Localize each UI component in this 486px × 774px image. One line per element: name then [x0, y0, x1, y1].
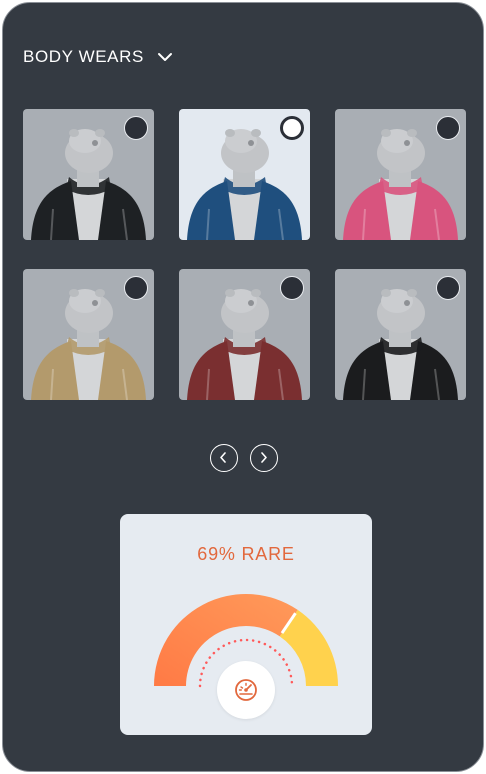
chevron-down-icon [157, 53, 172, 61]
item-select-radio[interactable] [124, 116, 148, 140]
item-select-radio[interactable] [436, 116, 460, 140]
item-card[interactable] [335, 269, 466, 400]
speedometer-button[interactable] [217, 661, 275, 719]
category-dropdown[interactable]: BODY WEARS [23, 45, 174, 69]
item-card[interactable] [179, 269, 310, 400]
item-select-radio[interactable] [280, 276, 304, 300]
item-card[interactable] [23, 109, 154, 240]
item-select-radio[interactable] [280, 116, 304, 140]
body-wears-panel: BODY WEARS 69% RARE [2, 2, 484, 772]
next-page-button[interactable] [250, 444, 278, 472]
speedometer-icon [235, 679, 257, 701]
category-title: BODY WEARS [23, 47, 144, 66]
chevron-left-icon [220, 452, 226, 463]
item-card[interactable] [179, 109, 310, 240]
item-card[interactable] [23, 269, 154, 400]
prev-page-button[interactable] [210, 444, 238, 472]
chevron-right-icon [261, 452, 267, 463]
item-card[interactable] [335, 109, 466, 240]
item-select-radio[interactable] [124, 276, 148, 300]
rarity-card: 69% RARE [120, 514, 372, 735]
item-select-radio[interactable] [436, 276, 460, 300]
